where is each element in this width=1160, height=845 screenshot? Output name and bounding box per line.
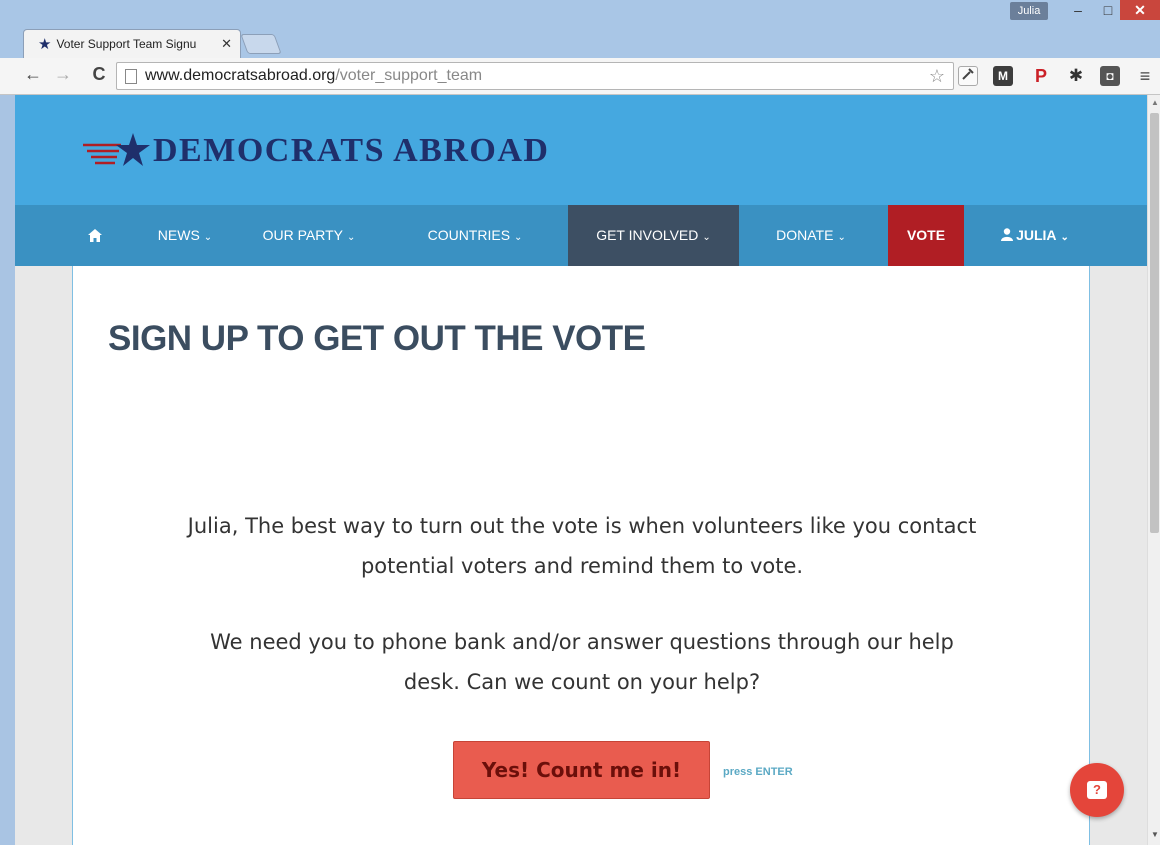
minimize-button[interactable]: –	[1063, 0, 1093, 20]
address-bar[interactable]: www.democratsabroad.org/voter_support_te…	[116, 62, 954, 90]
chevron-down-icon: ⌄	[702, 232, 711, 243]
forward-button[interactable]: →	[52, 64, 74, 85]
nav-user-menu[interactable]: JULIA ⌄	[985, 205, 1085, 266]
pocket-extension-icon[interactable]: ◘	[1100, 66, 1120, 86]
pinterest-extension-icon[interactable]: P	[1031, 66, 1051, 86]
home-icon	[88, 229, 102, 243]
page-icon	[125, 68, 137, 84]
gmail-extension-icon[interactable]: M	[993, 66, 1013, 86]
help-question-icon: ?	[1087, 781, 1107, 799]
settings-extension-icon[interactable]: ✱	[1066, 66, 1086, 86]
browser-tab[interactable]: ★ Voter Support Team Signu ✕	[23, 29, 241, 58]
logo-star-stripes-icon	[83, 133, 150, 166]
url-host: www.democratsabroad.org	[145, 67, 336, 84]
nav-vote[interactable]: VOTE	[888, 205, 964, 266]
nav-our-party-label: OUR PARTY	[262, 227, 343, 243]
press-enter-hint: press ENTER	[723, 766, 793, 778]
back-button[interactable]: ←	[22, 64, 44, 85]
nav-user-label: JULIA	[1016, 227, 1057, 243]
url-path: /voter_support_team	[335, 67, 483, 84]
nav-our-party[interactable]: OUR PARTY ⌄	[259, 205, 359, 266]
browser-menu-icon[interactable]: ≡	[1135, 66, 1155, 86]
eyedropper-extension-icon[interactable]	[958, 66, 978, 86]
help-chat-button[interactable]: ?	[1070, 763, 1124, 817]
logo-text: DEMOCRATS ABROAD	[153, 132, 550, 169]
bookmark-star-icon[interactable]: ☆	[929, 66, 945, 87]
count-me-in-button[interactable]: Yes! Count me in!	[453, 741, 710, 799]
star-favicon-icon: ★	[38, 35, 52, 53]
chevron-down-icon: ⌄	[1060, 232, 1069, 243]
nav-news-label: NEWS	[157, 227, 200, 243]
reload-button[interactable]: C	[88, 64, 110, 85]
nav-countries[interactable]: COUNTRIES ⌄	[417, 205, 533, 266]
nav-get-involved[interactable]: GET INVOLVED ⌄	[568, 205, 739, 266]
nav-get-involved-label: GET INVOLVED	[596, 227, 699, 243]
site-logo[interactable]: DEMOCRATS ABROAD	[81, 131, 549, 171]
nav-donate[interactable]: DONATE ⌄	[761, 205, 861, 266]
request-paragraph: We need you to phone bank and/or answer …	[210, 630, 954, 694]
tab-close-icon[interactable]: ✕	[221, 36, 232, 52]
user-icon	[1001, 228, 1014, 241]
page-scrollbar[interactable]: ▲ ▼	[1147, 95, 1160, 845]
nav-donate-label: DONATE	[776, 227, 834, 243]
nav-vote-label: VOTE	[906, 227, 946, 243]
nav-news[interactable]: NEWS ⌄	[145, 205, 225, 266]
maximize-button[interactable]: □	[1093, 0, 1123, 20]
page-title: SIGN UP TO GET OUT THE VOTE	[108, 319, 646, 358]
main-content: SIGN UP TO GET OUT THE VOTE Julia, The b…	[72, 266, 1090, 845]
nav-home[interactable]	[75, 205, 115, 266]
profile-badge[interactable]: Julia	[1010, 2, 1048, 20]
scroll-up-arrow-icon[interactable]: ▲	[1151, 98, 1159, 107]
tab-title: Voter Support Team Signu	[56, 37, 197, 51]
main-nav: NEWS ⌄ OUR PARTY ⌄ COUNTRIES ⌄ GET INVOLVED…	[15, 205, 1147, 266]
browser-toolbar: ← → C www.democratsabroad.org/voter_supp…	[0, 58, 1160, 95]
chevron-down-icon: ⌄	[837, 232, 846, 243]
intro-paragraph: Julia, The best way to turn out the vote…	[187, 514, 977, 578]
chevron-down-icon: ⌄	[347, 232, 356, 243]
scrollbar-thumb[interactable]	[1150, 113, 1159, 533]
chevron-down-icon: ⌄	[203, 232, 213, 243]
site-header: DEMOCRATS ABROAD	[15, 95, 1147, 205]
close-window-button[interactable]: ✕	[1120, 0, 1160, 20]
tab-strip: ★ Voter Support Team Signu ✕ Julia – □ ✕	[0, 0, 1160, 58]
nav-countries-label: COUNTRIES	[427, 227, 511, 243]
browser-chrome: ★ Voter Support Team Signu ✕ Julia – □ ✕…	[0, 0, 1160, 95]
chevron-down-icon: ⌄	[514, 232, 523, 243]
page-viewport: DEMOCRATS ABROAD NEWS ⌄ OUR PARTY ⌄ COUNTR…	[15, 95, 1147, 845]
scroll-down-arrow-icon[interactable]: ▼	[1151, 830, 1159, 839]
new-tab-button[interactable]	[240, 34, 282, 54]
